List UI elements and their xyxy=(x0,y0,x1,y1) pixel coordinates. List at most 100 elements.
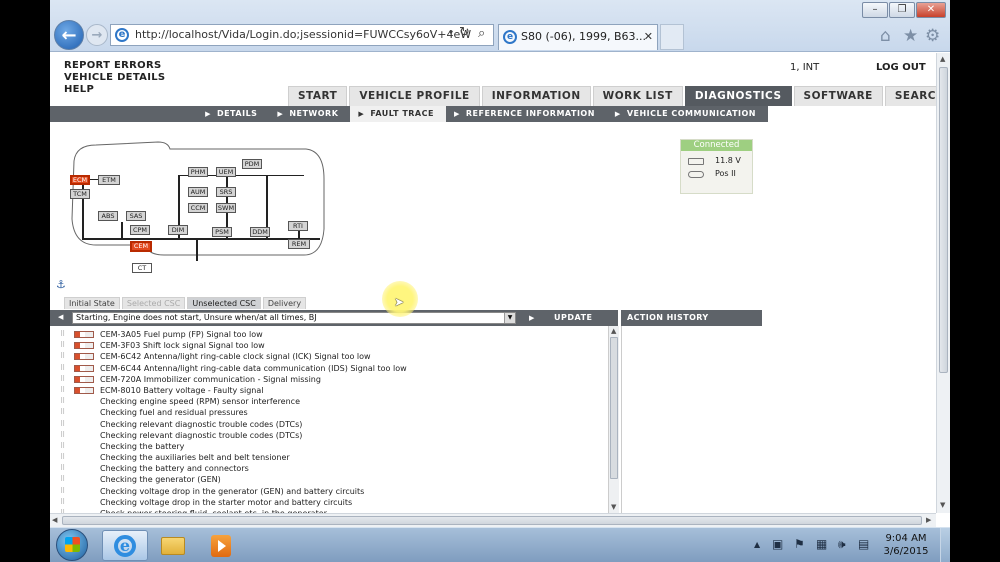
subtab-fault-trace[interactable]: ▶ FAULT TRACE xyxy=(350,106,446,122)
ecu-uem[interactable]: UEM xyxy=(216,167,236,177)
list-item[interactable]: ⠿ ECM-8010 Battery voltage - Faulty signa… xyxy=(50,385,608,396)
drag-handle-icon[interactable]: ⠿ xyxy=(60,463,65,474)
page-horizontal-scrollbar[interactable]: ◀ ▶ xyxy=(50,513,936,527)
close-tab-icon[interactable]: ✕ xyxy=(644,25,653,49)
favorites-star-icon[interactable]: ★ xyxy=(903,26,918,46)
list-scrollbar[interactable]: ▲ ▼ xyxy=(608,326,619,513)
home-icon[interactable]: ⌂ xyxy=(880,26,891,46)
subtab-network[interactable]: ▶ NETWORK xyxy=(269,106,350,122)
settings-gear-icon[interactable]: ⚙ xyxy=(925,26,940,46)
forward-button[interactable]: → xyxy=(86,24,108,46)
list-item[interactable]: ⠿ Checking the generator (GEN) xyxy=(50,474,608,485)
drag-handle-icon[interactable]: ⠿ xyxy=(60,396,65,407)
refresh-icon[interactable]: ↻ xyxy=(459,25,470,40)
list-item[interactable]: ⠿ Checking voltage drop in the starter mo… xyxy=(50,497,608,508)
drag-handle-icon[interactable]: ⠿ xyxy=(60,351,65,362)
list-item[interactable]: ⠿ Checking the battery and connectors xyxy=(50,463,608,474)
close-window-button[interactable]: ✕ xyxy=(916,2,946,18)
report-errors-link[interactable]: REPORT ERRORS xyxy=(64,60,165,72)
list-item[interactable]: ⠿ CEM-3F03 Shift lock signal Signal too l… xyxy=(50,340,608,351)
scroll-down-icon[interactable]: ▼ xyxy=(940,501,945,509)
chevron-down-icon[interactable]: ▼ xyxy=(504,313,515,323)
ecu-ddm[interactable]: DDM xyxy=(250,227,270,237)
drag-handle-icon[interactable]: ⠿ xyxy=(60,407,65,418)
taskbar-internet-explorer[interactable]: e xyxy=(102,530,148,561)
ecu-rti[interactable]: RTI xyxy=(288,221,308,231)
drag-handle-icon[interactable]: ⠿ xyxy=(60,474,65,485)
subtab-vehicle-communication[interactable]: ▶ VEHICLE COMMUNICATION xyxy=(607,106,768,122)
list-item[interactable]: ⠿ Checking engine speed (RPM) sensor inte… xyxy=(50,396,608,407)
ecu-phm[interactable]: PHM xyxy=(188,167,208,177)
taskbar-clock[interactable]: 9:04 AM 3/6/2015 xyxy=(876,532,936,558)
drag-handle-icon[interactable]: ⠿ xyxy=(60,441,65,452)
restore-button[interactable]: ❐ xyxy=(889,2,915,18)
ecu-etm[interactable]: ETM xyxy=(98,175,120,185)
list-item[interactable]: ⠿ Checking the battery xyxy=(50,441,608,452)
dropdown-icon[interactable]: ▾ xyxy=(449,28,453,37)
tab-diagnostics[interactable]: DIAGNOSTICS xyxy=(684,86,792,106)
tab-search[interactable]: SEARCH xyxy=(884,86,936,106)
ecu-ccm[interactable]: CCM xyxy=(188,203,208,213)
list-item[interactable]: ⠿ Checking relevant diagnostic trouble co… xyxy=(50,419,608,430)
address-bar[interactable]: e http://localhost/Vida/Login.do;jsessio… xyxy=(110,24,494,46)
tray-flag-icon[interactable]: ⚑ xyxy=(794,537,805,551)
show-desktop-button[interactable] xyxy=(940,528,950,562)
ecu-abs[interactable]: ABS xyxy=(98,211,118,221)
tab-start[interactable]: START xyxy=(288,86,348,106)
list-item[interactable]: ⠿ CEM-6C44 Antenna/light ring-cable data … xyxy=(50,363,608,374)
tab-unselected-csc[interactable]: Unselected CSC xyxy=(187,297,261,309)
ecu-rem[interactable]: REM xyxy=(288,239,310,249)
taskbar-file-explorer[interactable] xyxy=(150,530,196,561)
tab-information[interactable]: INFORMATION xyxy=(481,86,591,106)
page-hscroll-thumb[interactable] xyxy=(62,516,922,525)
start-button[interactable] xyxy=(56,529,88,561)
ecu-cpm[interactable]: CPM xyxy=(130,225,150,235)
page-scroll-thumb[interactable] xyxy=(939,67,948,373)
subtab-reference-information[interactable]: ▶ REFERENCE INFORMATION xyxy=(446,106,607,122)
drag-handle-icon[interactable]: ⠿ xyxy=(60,340,65,351)
search-icon[interactable]: ⌕ xyxy=(478,26,485,41)
tab-software[interactable]: SOFTWARE xyxy=(793,86,883,106)
tab-work-list[interactable]: WORK LIST xyxy=(592,86,683,106)
tab-selected-csc[interactable]: Selected CSC xyxy=(121,297,186,309)
drag-handle-icon[interactable]: ⠿ xyxy=(60,385,65,396)
tray-misc-icon[interactable]: ▤ xyxy=(858,537,869,551)
drag-handle-icon[interactable]: ⠿ xyxy=(60,497,65,508)
list-item[interactable]: ⠿ Checking voltage drop in the generator … xyxy=(50,486,608,497)
ecu-sas[interactable]: SAS xyxy=(126,211,146,221)
update-button[interactable]: ▶ UPDATE xyxy=(520,310,618,326)
drag-handle-icon[interactable]: ⠿ xyxy=(60,363,65,374)
ecu-tcm[interactable]: TCM xyxy=(70,189,90,199)
drag-handle-icon[interactable]: ⠿ xyxy=(60,486,65,497)
subtab-details[interactable]: ▶ DETAILS xyxy=(197,106,269,122)
list-item[interactable]: ⠿ CEM-6C42 Antenna/light ring-cable clock… xyxy=(50,351,608,362)
drag-handle-icon[interactable]: ⠿ xyxy=(60,374,65,385)
browser-tab[interactable]: e S80 (-06), 1999, B63... ✕ xyxy=(498,24,658,50)
drag-handle-icon[interactable]: ⠿ xyxy=(60,430,65,441)
tab-vehicle-profile[interactable]: VEHICLE PROFILE xyxy=(349,86,480,106)
scroll-down-icon[interactable]: ▼ xyxy=(611,503,616,511)
tray-expand-icon[interactable]: ▲ xyxy=(754,540,760,549)
list-item[interactable]: ⠿ Checking fuel and residual pressures xyxy=(50,407,608,418)
list-item[interactable]: ⠿ CEM-3A05 Fuel pump (FP) Signal too low xyxy=(50,329,608,340)
list-scroll-thumb[interactable] xyxy=(610,337,618,479)
taskbar-media-player[interactable] xyxy=(198,530,244,561)
page-vertical-scrollbar[interactable]: ▲ ▼ xyxy=(936,53,950,513)
ecu-swm[interactable]: SWM xyxy=(216,203,236,213)
ecu-aum[interactable]: AUM xyxy=(188,187,208,197)
ecu-cem[interactable]: CEM xyxy=(130,241,152,252)
tab-initial-state[interactable]: Initial State xyxy=(64,297,120,309)
volume-icon[interactable]: 🕪 xyxy=(838,537,846,552)
drag-handle-icon[interactable]: ⠿ xyxy=(60,419,65,430)
symptom-select[interactable]: Starting, Engine does not start, Unsure … xyxy=(72,312,516,324)
back-button[interactable]: ← xyxy=(54,20,84,50)
list-item[interactable]: ⠿ CEM-720A Immobilizer communication - Si… xyxy=(50,374,608,385)
scroll-up-icon[interactable]: ▲ xyxy=(940,55,945,63)
ecu-dim[interactable]: DIM xyxy=(168,225,188,235)
list-item[interactable]: ⠿ Checking relevant diagnostic trouble co… xyxy=(50,430,608,441)
scroll-right-icon[interactable]: ▶ xyxy=(926,516,931,524)
logout-link[interactable]: LOG OUT xyxy=(876,62,926,73)
tab-delivery[interactable]: Delivery xyxy=(262,297,307,309)
drag-handle-icon[interactable]: ⠿ xyxy=(60,329,65,340)
drag-handle-icon[interactable]: ⠿ xyxy=(60,452,65,463)
